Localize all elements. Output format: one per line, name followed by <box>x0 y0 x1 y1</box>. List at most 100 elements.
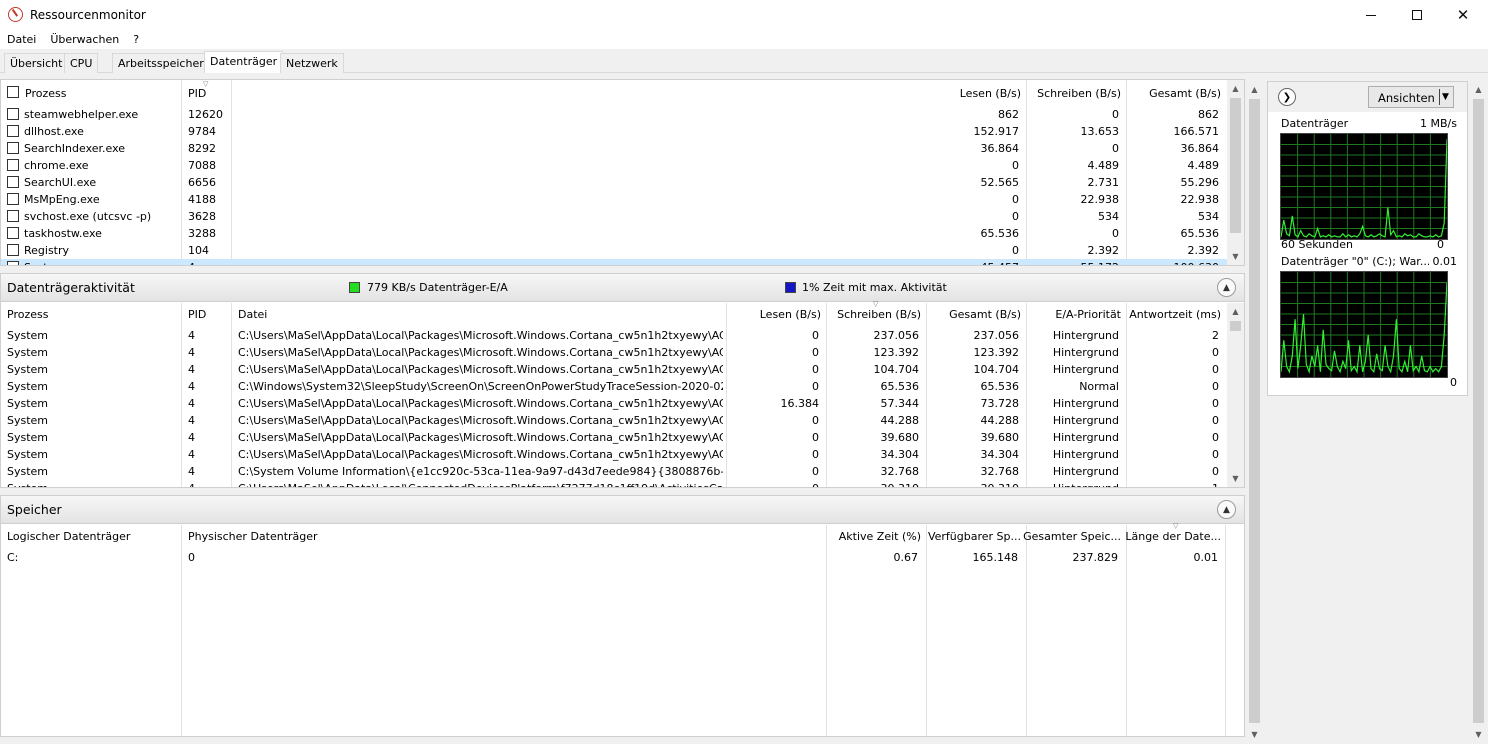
col-header-logischer-datentraeger[interactable]: Logischer Datenträger <box>7 530 130 543</box>
process-checkbox[interactable] <box>7 125 19 137</box>
process-checkbox[interactable] <box>7 227 19 239</box>
table-row[interactable]: taskhostw.exe 3288 65.536 0 65.536 <box>1 225 1227 242</box>
scroll-down-icon[interactable]: ▼ <box>1246 728 1263 742</box>
process-scrollbar[interactable]: ▲ ▼ <box>1227 80 1244 265</box>
disk-file: C:\Users\MaSel\AppData\Local\Packages\Mi… <box>238 414 723 427</box>
process-checkbox[interactable] <box>7 210 19 222</box>
scroll-up-icon[interactable]: ▲ <box>1470 83 1487 97</box>
process-checkbox[interactable] <box>7 108 19 120</box>
resource-monitor-icon <box>8 7 23 22</box>
close-button[interactable]: ✕ <box>1440 0 1486 30</box>
table-row[interactable]: dllhost.exe 9784 152.917 13.653 166.571 <box>1 123 1227 140</box>
process-checkbox[interactable] <box>7 193 19 205</box>
col-header-lesen[interactable]: Lesen (B/s) <box>721 308 821 321</box>
scroll-down-icon[interactable]: ▼ <box>1470 728 1487 742</box>
minimize-button[interactable] <box>1348 0 1394 30</box>
col-header-datei[interactable]: Datei <box>238 308 267 321</box>
table-row[interactable]: svchost.exe (utcsvc -p) 3628 0 534 534 <box>1 208 1227 225</box>
col-header-laenge-der-warteschlange[interactable]: Länge der Date... <box>1121 530 1221 543</box>
table-row[interactable]: SearchUI.exe 6656 52.565 2.731 55.296 <box>1 174 1227 191</box>
process-checkbox[interactable] <box>7 176 19 188</box>
table-row[interactable]: System 4 C:\Users\MaSel\AppData\Local\Conn… <box>1 480 1227 487</box>
scroll-thumb[interactable] <box>1249 99 1260 723</box>
table-row[interactable]: System 4 C:\Users\MaSel\AppData\Local\Pack… <box>1 446 1227 463</box>
col-header-gesamt[interactable]: Gesamt (B/s) <box>1121 87 1221 100</box>
maximize-button[interactable] <box>1394 0 1440 30</box>
menu-datei[interactable]: Datei <box>0 30 43 49</box>
graph-sidebar: ❯ Ansichten ▼ Datenträger 1 MB/s 60 Seku… <box>1267 81 1468 396</box>
table-row[interactable]: System 4 C:\System Volume Information\{e1c… <box>1 463 1227 480</box>
disk-total: 65.536 <box>980 380 1020 393</box>
collapse-chevron-up-icon[interactable]: ▲ <box>1217 500 1236 519</box>
table-row[interactable]: System 4 C:\Users\MaSel\AppData\Local\Pack… <box>1 395 1227 412</box>
process-read: 0 <box>1012 244 1019 257</box>
col-header-lesen[interactable]: Lesen (B/s) <box>921 87 1021 100</box>
menu-ueberwachen[interactable]: Überwachen <box>43 30 126 49</box>
disk-file: C:\Users\MaSel\AppData\Local\Packages\Mi… <box>238 363 723 376</box>
process-read: 52.565 <box>980 176 1020 189</box>
expand-chevron-right-icon[interactable]: ❯ <box>1278 88 1296 106</box>
close-icon: ✕ <box>1456 6 1470 24</box>
disk-activity-header[interactable]: Datenträgeraktivität 779 KB/s Datenträge… <box>1 274 1244 302</box>
scroll-thumb[interactable] <box>1473 99 1484 723</box>
table-row[interactable]: System 4 45.45755.172100.630 <box>1 259 1227 265</box>
col-header-schreiben[interactable]: Schreiben (B/s) <box>821 308 921 321</box>
tab-datentraeger[interactable]: Datenträger <box>204 51 284 73</box>
scroll-down-icon[interactable]: ▼ <box>1227 472 1244 486</box>
table-row[interactable]: System 4 C:\Windows\System32\SleepStudy\Sc… <box>1 378 1227 395</box>
process-write: 0 <box>1112 108 1119 121</box>
table-row[interactable]: System 4 C:\Users\MaSel\AppData\Local\Pack… <box>1 344 1227 361</box>
col-header-gesamter-speicher[interactable]: Gesamter Speic... <box>1021 530 1121 543</box>
col-header-verfuegbarer-speicher[interactable]: Verfügbarer Sp... <box>921 530 1021 543</box>
col-header-schreiben[interactable]: Schreiben (B/s) <box>1021 87 1121 100</box>
scroll-down-icon[interactable]: ▼ <box>1227 250 1244 264</box>
col-header-prozess[interactable]: Prozess <box>7 308 48 321</box>
table-row[interactable]: steamwebhelper.exe 12620 862 0 862 <box>1 106 1227 123</box>
menu-help[interactable]: ? <box>126 30 146 49</box>
table-row[interactable]: System 4 C:\Users\MaSel\AppData\Local\Pack… <box>1 361 1227 378</box>
collapse-chevron-up-icon[interactable]: ▲ <box>1217 278 1236 297</box>
table-row[interactable]: System 4 C:\Users\MaSel\AppData\Local\Pack… <box>1 412 1227 429</box>
table-row[interactable]: System 4 C:\Users\MaSel\AppData\Local\Pack… <box>1 429 1227 446</box>
storage-header[interactable]: Speicher ▲ <box>1 496 1244 524</box>
col-header-ea-prioritaet[interactable]: E/A-Priorität <box>1021 308 1121 321</box>
disk-activity-panel: Datenträgeraktivität 779 KB/s Datenträge… <box>0 273 1245 488</box>
disk-total: 34.304 <box>980 448 1020 461</box>
select-all-checkbox[interactable] <box>7 86 19 98</box>
process-checkbox[interactable] <box>7 261 19 265</box>
table-row[interactable]: SearchIndexer.exe 8292 36.864 0 36.864 <box>1 140 1227 157</box>
table-row[interactable]: MsMpEng.exe 4188 0 22.938 22.938 <box>1 191 1227 208</box>
disk-activity-scrollbar[interactable]: ▲ ▼ <box>1227 303 1244 487</box>
scroll-thumb[interactable] <box>1230 321 1241 331</box>
col-header-pid[interactable]: PID <box>188 87 206 100</box>
process-checkbox[interactable] <box>7 159 19 171</box>
menu-bar: Datei Überwachen ? <box>0 30 146 49</box>
process-checkbox[interactable] <box>7 244 19 256</box>
col-header-aktive-zeit[interactable]: Aktive Zeit (%) <box>821 530 921 543</box>
tab-cpu[interactable]: CPU <box>64 53 99 73</box>
table-row[interactable]: chrome.exe 7088 0 4.489 4.489 <box>1 157 1227 174</box>
col-header-gesamt[interactable]: Gesamt (B/s) <box>921 308 1021 321</box>
scroll-thumb[interactable] <box>1230 98 1241 233</box>
col-header-prozess[interactable]: Prozess <box>25 87 66 100</box>
disk-write: 57.344 <box>880 397 920 410</box>
disk-total: 104.704 <box>973 363 1020 376</box>
col-header-pid[interactable]: PID <box>188 308 206 321</box>
tab-netzwerk[interactable]: Netzwerk <box>280 53 344 73</box>
sidebar-scrollbar[interactable]: ▲ ▼ <box>1470 81 1487 744</box>
col-header-physischer-datentraeger[interactable]: Physischer Datenträger <box>188 530 318 543</box>
views-dropdown-button[interactable]: Ansichten ▼ <box>1368 86 1454 108</box>
tab-arbeitsspeicher[interactable]: Arbeitsspeicher <box>112 53 210 73</box>
table-row[interactable]: System 4 C:\Users\MaSel\AppData\Local\Pack… <box>1 327 1227 344</box>
main-scrollbar[interactable]: ▲ ▼ <box>1246 81 1263 744</box>
scroll-up-icon[interactable]: ▲ <box>1246 83 1263 97</box>
process-checkbox[interactable] <box>7 142 19 154</box>
process-read: 65.536 <box>980 227 1020 240</box>
scroll-up-icon[interactable]: ▲ <box>1227 82 1244 96</box>
tab-uebersicht[interactable]: Übersicht <box>4 53 69 73</box>
scroll-up-icon[interactable]: ▲ <box>1227 305 1244 319</box>
col-header-antwortzeit[interactable]: Antwortzeit (ms) <box>1121 308 1221 321</box>
process-pid: 4188 <box>188 193 216 206</box>
disk-io-priority: Hintergrund <box>1052 363 1119 376</box>
table-row[interactable]: Registry 104 0 2.392 2.392 <box>1 242 1227 259</box>
